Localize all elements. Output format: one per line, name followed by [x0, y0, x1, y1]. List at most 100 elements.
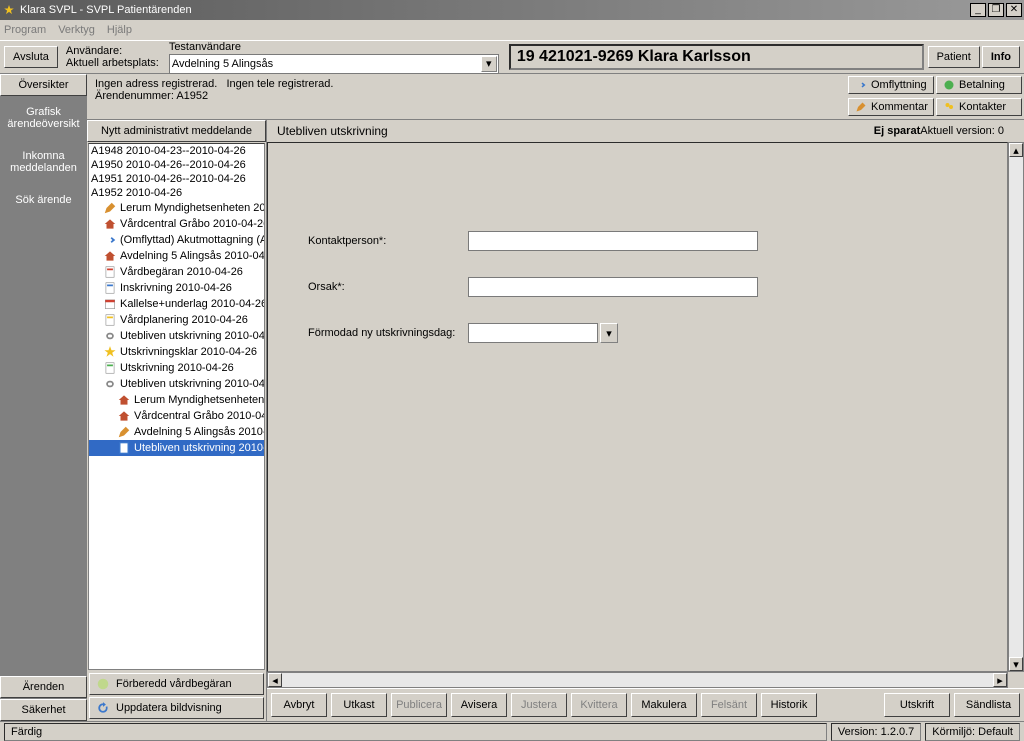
tree-item-label: Avdelning 5 Alingsås 2010-04-2: [120, 250, 264, 262]
move-icon: [103, 233, 117, 247]
utskrift-button[interactable]: Utskrift: [884, 693, 950, 717]
status-bar: Färdig Version: 1.2.0.7 Körmiljö: Defaul…: [0, 721, 1024, 741]
minimize-button[interactable]: _: [970, 3, 986, 17]
tree-item[interactable]: Utebliven utskrivning 2010-04-2: [89, 376, 264, 392]
calendar-icon: [103, 297, 117, 311]
sidebar-item-grafisk[interactable]: Grafisk ärendeöversikt: [0, 96, 87, 140]
close-button[interactable]: ✕: [1006, 3, 1022, 17]
doc-white-icon: [117, 441, 131, 455]
window-title: Klara SVPL - SVPL Patientärenden: [20, 4, 970, 16]
publicera-button[interactable]: Publicera: [391, 693, 447, 717]
forberedd-button[interactable]: Förberedd vårdbegäran: [89, 673, 264, 695]
house-icon: [103, 249, 117, 263]
tree-item-label: Lerum Myndighetsenheten 2010: [120, 202, 264, 214]
tree-item-label: A1952 2010-04-26: [91, 187, 182, 199]
formodad-input[interactable]: [468, 323, 598, 343]
tree-item-label: Avdelning 5 Alingsås 2010-0: [134, 426, 264, 438]
tree-item[interactable]: Vårdcentral Gråbo 2010-04-26: [89, 216, 264, 232]
tree-item[interactable]: Vårdbegäran 2010-04-26: [89, 264, 264, 280]
vertical-scrollbar[interactable]: ▴ ▾: [1008, 142, 1024, 672]
tree-item[interactable]: Lerum Myndighetsenheten 2: [89, 392, 264, 408]
tree-item[interactable]: Utskrivning 2010-04-26: [89, 360, 264, 376]
info-tele: Ingen tele registrerad.: [226, 78, 333, 90]
menu-hjalp[interactable]: Hjälp: [107, 24, 132, 36]
makulera-button[interactable]: Makulera: [631, 693, 697, 717]
link-icon: [103, 329, 117, 343]
message-tree[interactable]: A1948 2010-04-23--2010-04-26A1950 2010-0…: [88, 143, 265, 670]
info-button[interactable]: Info: [982, 46, 1020, 68]
house-icon: [117, 409, 131, 423]
tree-item-label: Vårdcentral Gråbo 2010-04-: [134, 410, 264, 422]
tree-item[interactable]: Avdelning 5 Alingsås 2010-04-2: [89, 248, 264, 264]
form-title: Utebliven utskrivning: [277, 124, 874, 138]
doc-green-icon: [103, 361, 117, 375]
avbryt-button[interactable]: Avbryt: [271, 693, 327, 717]
scroll-left-icon[interactable]: ◂: [268, 673, 282, 687]
form-body: Kontaktperson*: Orsak*: Förmodad ny utsk…: [267, 142, 1008, 672]
avsluta-button[interactable]: Avsluta: [4, 46, 58, 68]
sidebar-item-inkomna[interactable]: Inkomna meddelanden: [0, 140, 87, 184]
sandlista-button[interactable]: Sändlista: [954, 693, 1020, 717]
menu-bar: Program Verktyg Hjälp: [0, 20, 1024, 40]
menu-program[interactable]: Program: [4, 24, 46, 36]
status-fardig: Färdig: [4, 723, 827, 741]
tree-item-label: Utebliven utskrivning 2010-0: [134, 442, 264, 454]
patient-button[interactable]: Patient: [928, 46, 980, 68]
tree-item[interactable]: A1951 2010-04-26--2010-04-26: [89, 172, 264, 186]
tree-item[interactable]: Utebliven utskrivning 2010-0: [89, 440, 264, 456]
kvittera-button[interactable]: Kvittera: [571, 693, 627, 717]
kontaktperson-input[interactable]: [468, 231, 758, 251]
tree-item-label: Utskrivning 2010-04-26: [120, 362, 234, 374]
sidebar-tab-arenden[interactable]: Ärenden: [0, 676, 87, 698]
tree-item[interactable]: Kallelse+underlag 2010-04-26: [89, 296, 264, 312]
avisera-button[interactable]: Avisera: [451, 693, 507, 717]
maximize-button[interactable]: ❐: [988, 3, 1004, 17]
uppdatera-button[interactable]: Uppdatera bildvisning: [89, 697, 264, 719]
sidebar-tab-oversikter[interactable]: Översikter: [0, 74, 87, 96]
utkast-button[interactable]: Utkast: [331, 693, 387, 717]
orsak-input[interactable]: [468, 277, 758, 297]
tree-item[interactable]: Vårdcentral Gråbo 2010-04-: [89, 408, 264, 424]
kontakter-button[interactable]: Kontakter: [936, 98, 1022, 116]
kommentar-button[interactable]: Kommentar: [848, 98, 934, 116]
justera-button[interactable]: Justera: [511, 693, 567, 717]
scroll-up-icon[interactable]: ▴: [1009, 143, 1023, 157]
form-status: Ej sparat: [874, 125, 920, 137]
felsant-button[interactable]: Felsänt: [701, 693, 757, 717]
tree-item[interactable]: Vårdplanering 2010-04-26: [89, 312, 264, 328]
tree-item[interactable]: (Omflyttad) Akutmottagning (Alin: [89, 232, 264, 248]
info-strip: Ingen adress registrerad. Ingen tele reg…: [87, 74, 1024, 120]
chevron-down-icon: ▾: [606, 327, 612, 340]
omflyttning-button[interactable]: Omflyttning: [848, 76, 934, 94]
tree-item-label: A1950 2010-04-26--2010-04-26: [91, 159, 246, 171]
horizontal-scrollbar[interactable]: ◂ ▸: [267, 672, 1008, 688]
tree-item[interactable]: Utskrivningsklar 2010-04-26: [89, 344, 264, 360]
kontakter-icon: [943, 101, 955, 113]
doc-blue-icon: [103, 281, 117, 295]
date-picker-button[interactable]: ▾: [600, 323, 618, 343]
left-sidebar: Översikter Grafisk ärendeöversikt Inkomn…: [0, 74, 87, 721]
tree-item[interactable]: Lerum Myndighetsenheten 2010: [89, 200, 264, 216]
scroll-right-icon[interactable]: ▸: [993, 673, 1007, 687]
tree-item[interactable]: A1948 2010-04-23--2010-04-26: [89, 144, 264, 158]
menu-verktyg[interactable]: Verktyg: [58, 24, 95, 36]
tree-item-label: Utebliven utskrivning 2010-04-2: [120, 330, 264, 342]
tree-item[interactable]: A1952 2010-04-26: [89, 186, 264, 200]
sidebar-item-sok[interactable]: Sök ärende: [0, 184, 87, 216]
patient-banner: 19 421021-9269 Klara Karlsson: [509, 44, 924, 70]
anvandare-value: Testanvändare: [169, 41, 499, 53]
kontaktperson-label: Kontaktperson*:: [308, 235, 458, 247]
betalning-button[interactable]: Betalning: [936, 76, 1022, 94]
tree-item-label: Vårdplanering 2010-04-26: [120, 314, 248, 326]
tree-item[interactable]: A1950 2010-04-26--2010-04-26: [89, 158, 264, 172]
arbetsplats-select[interactable]: Avdelning 5 Alingsås ▾: [169, 54, 499, 74]
tree-item[interactable]: Inskrivning 2010-04-26: [89, 280, 264, 296]
scroll-down-icon[interactable]: ▾: [1009, 657, 1023, 671]
tree-item[interactable]: Avdelning 5 Alingsås 2010-0: [89, 424, 264, 440]
nytt-meddelande-button[interactable]: Nytt administrativt meddelande: [87, 120, 266, 142]
status-version: Version: 1.2.0.7: [831, 723, 921, 741]
form-area: Utebliven utskrivning Ej sparat Aktuell …: [267, 120, 1024, 721]
historik-button[interactable]: Historik: [761, 693, 817, 717]
tree-item[interactable]: Utebliven utskrivning 2010-04-2: [89, 328, 264, 344]
sidebar-tab-sakerhet[interactable]: Säkerhet: [0, 699, 87, 721]
